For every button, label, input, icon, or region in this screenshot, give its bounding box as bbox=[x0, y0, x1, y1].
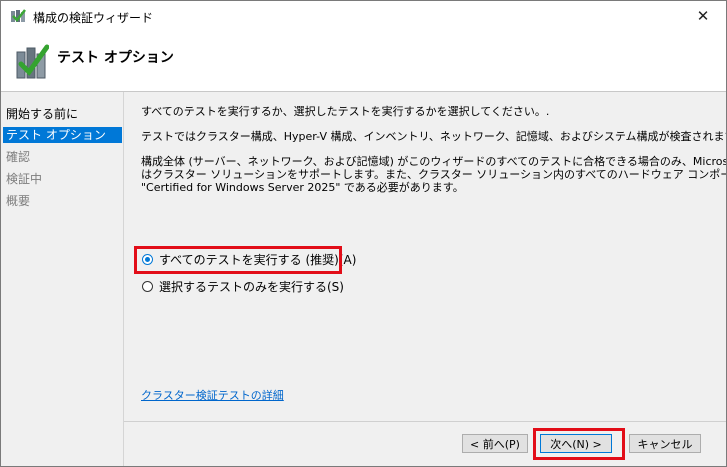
validation-tests-details-link[interactable]: クラスター検証テストの詳細 bbox=[141, 387, 284, 403]
footer-divider bbox=[124, 421, 726, 422]
main-content: すべてのテストを実行するか、選択したテストを実行するかを選択してください。. テ… bbox=[124, 92, 726, 466]
close-icon[interactable]: ✕ bbox=[680, 1, 726, 32]
intro-text: すべてのテストを実行するか、選択したテストを実行するかを選択してください。. bbox=[141, 105, 550, 118]
support-note-line-3: "Certified for Windows Server 2025" である必… bbox=[141, 181, 464, 194]
sidebar-item-test-options[interactable]: テスト オプション bbox=[3, 127, 122, 143]
sidebar-item-summary: 概要 bbox=[6, 194, 31, 208]
cluster-app-icon bbox=[10, 8, 26, 24]
title-bar: 構成の検証ウィザード ✕ bbox=[1, 1, 726, 32]
radio-unchecked-icon[interactable] bbox=[142, 280, 153, 292]
sidebar-item-validating: 検証中 bbox=[6, 172, 43, 186]
window-title: 構成の検証ウィザード bbox=[33, 11, 154, 25]
description-text: テストではクラスター構成、Hyper-V 構成、インベントリ、ネットワーク、記憶… bbox=[141, 130, 727, 143]
cluster-check-icon bbox=[15, 44, 50, 80]
highlight-box-next bbox=[533, 428, 625, 460]
run-selected-tests-option[interactable]: 選択するテストのみを実行する(S) bbox=[142, 277, 344, 295]
page-title: テスト オプション bbox=[57, 50, 174, 66]
run-selected-tests-label[interactable]: 選択するテストのみを実行する(S) bbox=[159, 278, 344, 295]
sidebar-item-confirmation: 確認 bbox=[6, 150, 31, 164]
cancel-button[interactable]: キャンセル bbox=[629, 434, 701, 453]
page-header: テスト オプション bbox=[1, 32, 726, 91]
wizard-window: 構成の検証ウィザード ✕ テスト オプション 開始する前に テスト オプション … bbox=[0, 0, 727, 467]
highlight-box-run-all bbox=[134, 246, 342, 274]
back-button[interactable]: < 前へ(P) bbox=[462, 434, 528, 453]
sidebar-item-before-you-begin[interactable]: 開始する前に bbox=[3, 106, 122, 122]
wizard-steps-sidebar: 開始する前に テスト オプション 確認 検証中 概要 bbox=[1, 92, 124, 466]
